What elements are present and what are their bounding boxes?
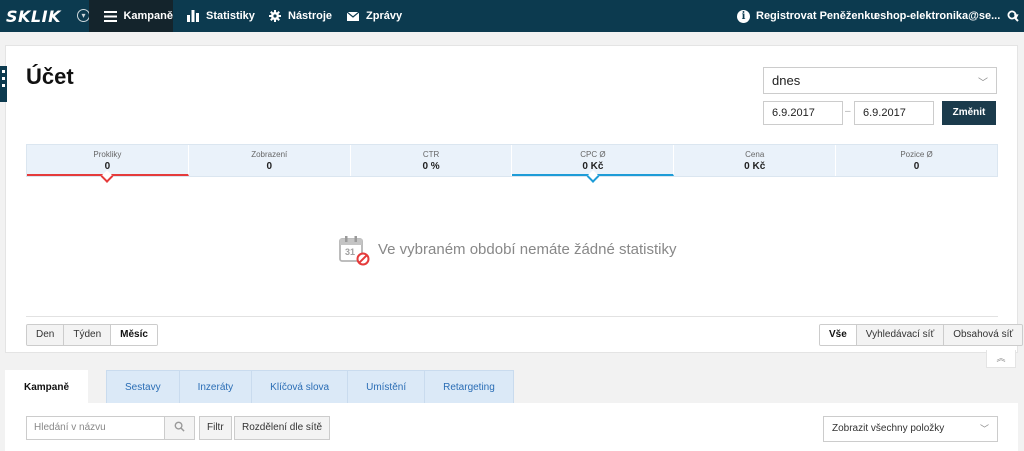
nav-statistiky[interactable]: Statistiky: [186, 0, 255, 32]
nav-label: Zprávy: [366, 10, 403, 22]
nav-label: Nástroje: [288, 10, 333, 22]
stat-cena[interactable]: Cena 0 Kč: [674, 145, 837, 176]
search-icon: [174, 421, 185, 435]
empty-state-message: Ve vybraném období nemáte žádné statisti…: [378, 240, 677, 258]
chevron-down-icon: ﹀: [979, 424, 989, 434]
empty-state: 31 Ve vybraném období nemáte žádné stati…: [338, 234, 677, 266]
date-separator: –: [845, 106, 851, 117]
stat-label: CPC Ø: [580, 150, 606, 159]
granularity-den[interactable]: Den: [27, 325, 65, 345]
stat-label: Pozice Ø: [900, 150, 933, 159]
tab-kampane[interactable]: Kampaně: [5, 370, 89, 404]
side-menu-handle[interactable]: [0, 66, 7, 102]
register-wallet-link[interactable]: i Registrovat Peněženku: [737, 0, 877, 32]
stat-label: Cena: [745, 150, 765, 159]
stat-prokliky[interactable]: Prokliky 0: [27, 145, 189, 183]
calendar-day: 31: [345, 247, 356, 257]
chevron-down-icon: ﹀: [978, 78, 988, 89]
tab-klicova-slova[interactable]: Klíčová slova: [252, 370, 349, 404]
account-label: eshop-elektronika@se...: [874, 10, 1001, 22]
nav-label: Statistiky: [206, 10, 255, 22]
hamburger-icon: [104, 9, 118, 23]
sklik-logo[interactable]: SKLIK: [6, 7, 61, 26]
stat-pozice[interactable]: Pozice Ø 0: [836, 145, 997, 176]
stat-label: Prokliky: [93, 150, 122, 159]
tab-retargeting[interactable]: Retargeting: [425, 370, 514, 404]
stat-ctr[interactable]: CTR 0 %: [351, 145, 513, 176]
entity-tabs: Kampaně Sestavy Inzeráty Klíčová slova U…: [5, 370, 514, 404]
stat-value: 0: [266, 161, 273, 172]
granularity-toggle: Den Týden Měsíc: [26, 324, 158, 346]
show-items-select[interactable]: Zobrazit všechny položky ﹀: [823, 416, 998, 442]
tab-umisteni[interactable]: Umístění: [348, 370, 426, 404]
search-submit-button[interactable]: [164, 416, 195, 440]
stat-zobrazeni[interactable]: Zobrazení 0: [189, 145, 351, 176]
filter-button[interactable]: Filtr: [199, 416, 232, 440]
change-date-button[interactable]: Změnit: [942, 101, 996, 125]
network-toggle: Vše Vyhledávací síť Obsahová síť: [819, 324, 1024, 346]
envelope-icon: [346, 9, 360, 23]
stat-value: 0 %: [422, 161, 440, 172]
search-button[interactable]: [1006, 0, 1020, 32]
nav-kampane[interactable]: Kampaně: [89, 0, 173, 32]
period-select[interactable]: dnes ﹀: [763, 67, 997, 94]
network-search[interactable]: Vyhledávací síť: [856, 325, 945, 345]
show-items-value: Zobrazit všechny položky: [832, 423, 945, 434]
account-menu[interactable]: eshop-elektronika@se... ▼: [874, 0, 1020, 32]
stats-strip: Prokliky 0 Zobrazení 0 CTR 0 % CPC Ø 0 K…: [26, 144, 998, 183]
period-select-value: dnes: [772, 73, 801, 88]
tab-inzeraty[interactable]: Inzeráty: [179, 370, 253, 404]
stat-label: CTR: [422, 150, 440, 159]
search-input[interactable]: Hledání v názvu: [26, 416, 165, 440]
stat-label: Zobrazení: [251, 150, 288, 159]
bar-chart-icon: [186, 9, 200, 23]
stat-cpc[interactable]: CPC Ø 0 Kč: [512, 145, 675, 183]
divider: [26, 316, 998, 317]
granularity-mesic[interactable]: Měsíc: [111, 325, 157, 345]
page-title: Účet: [26, 64, 74, 89]
split-by-network-button[interactable]: Rozdělení dle sítě: [234, 416, 331, 440]
nav-zpravy[interactable]: Zprávy: [346, 0, 402, 32]
search-icon: [1006, 9, 1020, 23]
collapse-chevron-up-icon[interactable]: ︽: [986, 350, 1016, 368]
date-from-input[interactable]: 6.9.2017: [763, 101, 843, 125]
network-content[interactable]: Obsahová síť: [944, 325, 1023, 345]
info-icon: i: [737, 9, 750, 23]
date-to-input[interactable]: 6.9.2017: [854, 101, 934, 125]
granularity-tyden[interactable]: Týden: [64, 325, 112, 345]
gear-icon: [268, 9, 282, 23]
stat-value: 0: [913, 161, 920, 172]
nav-label: Kampaně: [123, 10, 173, 22]
top-navigation-bar: SKLIK ▾ Kampaně Statistiky Nástroje Zprá…: [0, 0, 1024, 32]
nav-nastroje[interactable]: Nástroje: [268, 0, 332, 32]
stat-value: 0 Kč: [744, 161, 766, 172]
network-vse[interactable]: Vše: [820, 325, 857, 345]
calendar-no-data-icon: 31: [338, 234, 370, 266]
register-wallet-label: Registrovat Peněženku: [756, 10, 878, 22]
tab-sestavy[interactable]: Sestavy: [106, 370, 180, 404]
